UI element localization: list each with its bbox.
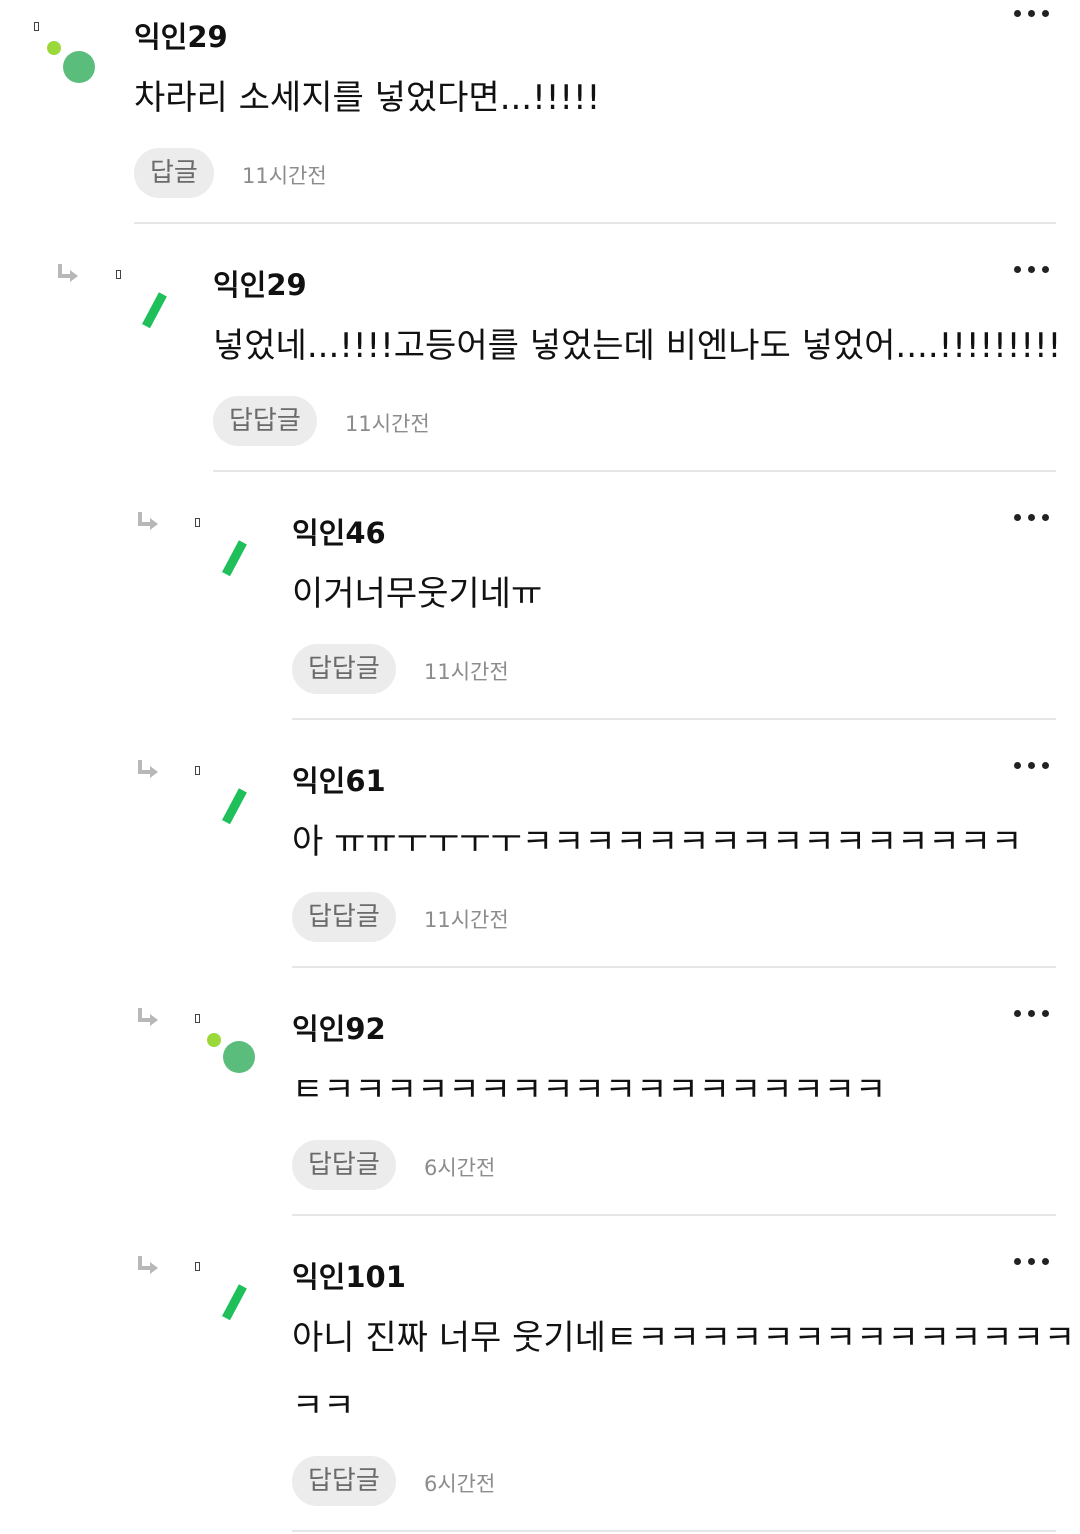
author-name: 익인101 bbox=[292, 1260, 406, 1294]
divider bbox=[213, 470, 1056, 472]
reply-arrow-icon bbox=[56, 262, 82, 288]
more-options-icon[interactable] bbox=[1012, 752, 1052, 776]
reply-arrow-icon bbox=[136, 758, 162, 784]
avatar[interactable] bbox=[210, 536, 270, 596]
more-options-icon[interactable] bbox=[1012, 1248, 1052, 1272]
avatar[interactable] bbox=[130, 288, 190, 348]
reply-item: 익인101 아니 진짜 너무 웃기네ㅌㅋㅋㅋㅋㅋㅋㅋㅋㅋㅋㅋㅋㅋㅋㅋ ㅋㅋ 답답… bbox=[0, 1240, 1080, 1534]
timestamp: 11시간전 bbox=[424, 660, 509, 684]
author-name: 익인46 bbox=[292, 516, 386, 550]
author-name: 익인29 bbox=[134, 20, 228, 54]
reply-item: 익인92 ㅌㅋㅋㅋㅋㅋㅋㅋㅋㅋㅋㅋㅋㅋㅋㅋㅋㅋㅋ 답답글 6시간전 bbox=[0, 992, 1080, 1216]
more-options-icon[interactable] bbox=[1012, 256, 1052, 280]
comment-item: 익인29 차라리 소세지를 넣었다면...!!!!! 답글 11시간전 bbox=[0, 0, 1080, 224]
divider bbox=[134, 222, 1056, 224]
author-name: 익인92 bbox=[292, 1012, 386, 1046]
small-box-icon bbox=[195, 518, 200, 527]
small-box-icon bbox=[34, 22, 39, 31]
timestamp: 11시간전 bbox=[424, 908, 509, 932]
avatar[interactable] bbox=[210, 1280, 270, 1340]
reply-arrow-icon bbox=[136, 510, 162, 536]
reply-arrow-icon bbox=[136, 1254, 162, 1280]
reply-item: 익인46 이거너무웃기네ㅠ 답답글 11시간전 bbox=[0, 496, 1080, 720]
author-name: 익인29 bbox=[213, 268, 307, 302]
author-name: 익인61 bbox=[292, 764, 386, 798]
comment-text: 이거너무웃기네ㅠ bbox=[292, 574, 543, 614]
more-options-icon[interactable] bbox=[1012, 0, 1052, 24]
divider bbox=[292, 1214, 1056, 1216]
reply-button[interactable]: 답답글 bbox=[292, 1456, 396, 1506]
avatar[interactable] bbox=[200, 1028, 260, 1088]
comment-text: 넣었네...!!!!고등어를 넣었는데 비엔나도 넣었어....!!!!!!!!… bbox=[213, 326, 1062, 366]
small-box-icon bbox=[195, 1262, 200, 1271]
small-box-icon bbox=[116, 270, 121, 279]
more-options-icon[interactable] bbox=[1012, 1000, 1052, 1024]
comment-text: 아 ㅠㅠㅜㅜㅜㅜㅋㅋㅋㅋㅋㅋㅋㅋㅋㅋㅋㅋㅋㅋㅋㅋ bbox=[292, 822, 1023, 862]
timestamp: 11시간전 bbox=[345, 412, 430, 436]
divider bbox=[292, 1530, 1056, 1532]
divider bbox=[292, 718, 1056, 720]
small-box-icon bbox=[195, 766, 200, 775]
avatar[interactable] bbox=[40, 36, 100, 96]
reply-button[interactable]: 답답글 bbox=[292, 644, 396, 694]
reply-button[interactable]: 답답글 bbox=[213, 396, 317, 446]
timestamp: 11시간전 bbox=[242, 164, 327, 188]
comment-text-continued: ㅋㅋ bbox=[292, 1386, 355, 1426]
reply-arrow-icon bbox=[136, 1006, 162, 1032]
comment-text: 차라리 소세지를 넣었다면...!!!!! bbox=[134, 78, 601, 118]
divider bbox=[292, 966, 1056, 968]
reply-item: 익인29 넣었네...!!!!고등어를 넣었는데 비엔나도 넣었어....!!!… bbox=[0, 248, 1080, 472]
reply-button[interactable]: 답답글 bbox=[292, 892, 396, 942]
avatar[interactable] bbox=[210, 784, 270, 844]
reply-item: 익인61 아 ㅠㅠㅜㅜㅜㅜㅋㅋㅋㅋㅋㅋㅋㅋㅋㅋㅋㅋㅋㅋㅋㅋ 답답글 11시간전 bbox=[0, 744, 1080, 968]
more-options-icon[interactable] bbox=[1012, 504, 1052, 528]
timestamp: 6시간전 bbox=[424, 1156, 496, 1180]
comment-text: 아니 진짜 너무 웃기네ㅌㅋㅋㅋㅋㅋㅋㅋㅋㅋㅋㅋㅋㅋㅋㅋ bbox=[292, 1318, 1080, 1358]
timestamp: 6시간전 bbox=[424, 1472, 496, 1496]
reply-button[interactable]: 답답글 bbox=[292, 1140, 396, 1190]
reply-button[interactable]: 답글 bbox=[134, 148, 214, 198]
comment-text: ㅌㅋㅋㅋㅋㅋㅋㅋㅋㅋㅋㅋㅋㅋㅋㅋㅋㅋㅋ bbox=[292, 1070, 887, 1110]
small-box-icon bbox=[195, 1014, 200, 1023]
